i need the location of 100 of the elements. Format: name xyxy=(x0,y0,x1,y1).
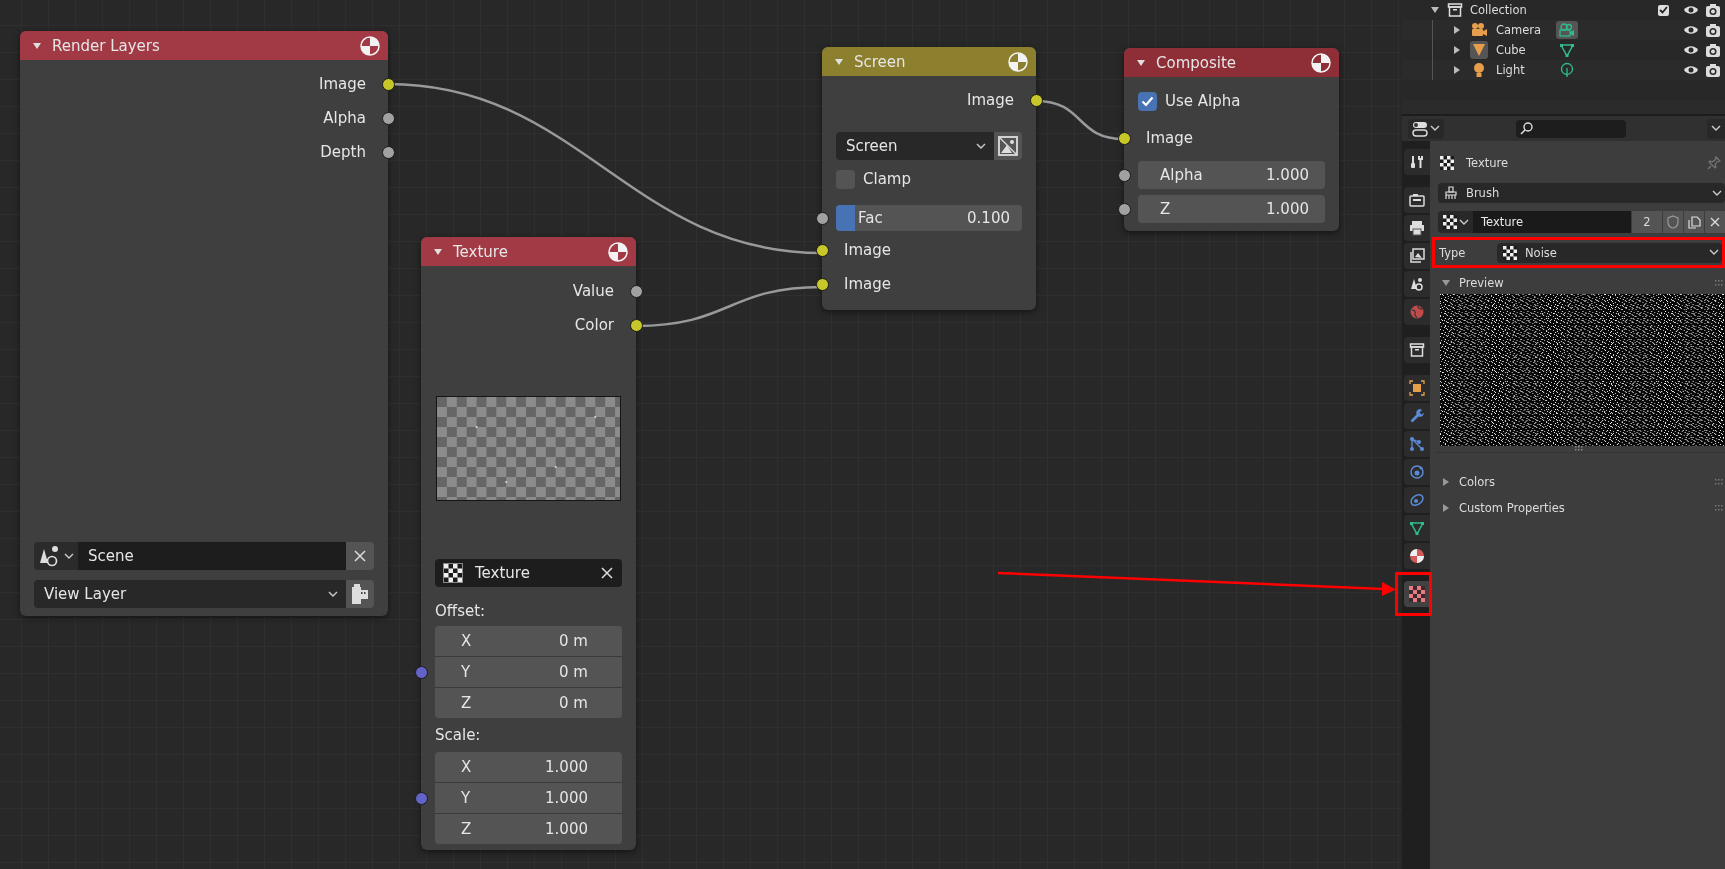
properties-tab[interactable] xyxy=(1404,581,1430,607)
drag-handle-icon xyxy=(1575,446,1585,451)
name-field[interactable]: Texture xyxy=(1473,211,1631,233)
camera-icon[interactable] xyxy=(1705,22,1721,38)
triangle-icon xyxy=(1409,520,1425,536)
properties-tab[interactable] xyxy=(1404,149,1430,175)
socket[interactable] xyxy=(629,318,643,332)
type-dropdown[interactable]: Noise xyxy=(1497,242,1722,263)
expand-arrow-icon[interactable] xyxy=(1452,45,1462,55)
collapse-arrow-icon xyxy=(433,246,443,257)
socket[interactable] xyxy=(1117,131,1131,145)
triangle-icon xyxy=(1471,42,1487,58)
film-icon xyxy=(351,583,369,605)
node-header[interactable]: Composite xyxy=(1124,48,1339,77)
properties-tab[interactable] xyxy=(1404,187,1430,213)
checkbox[interactable]: Clamp xyxy=(836,164,911,194)
pin-icon xyxy=(1707,156,1721,170)
checkbox[interactable]: Use Alpha xyxy=(1138,86,1241,116)
number-field[interactable]: X 1.000 xyxy=(435,752,622,782)
chevron-icon xyxy=(1712,189,1722,197)
image-icon xyxy=(998,136,1018,156)
dropdown[interactable]: Screen xyxy=(836,132,994,160)
outliner-item[interactable]: Camera xyxy=(1496,23,1548,37)
duplicate-button[interactable] xyxy=(1684,211,1704,233)
texture-field[interactable]: Texture xyxy=(435,559,622,587)
properties-tab[interactable] xyxy=(1404,271,1430,297)
search-field[interactable] xyxy=(1516,119,1626,138)
socket[interactable] xyxy=(1029,93,1043,107)
movie-camera-icon xyxy=(1558,22,1576,38)
socket[interactable] xyxy=(1117,168,1131,182)
panel-header[interactable]: Preview xyxy=(1435,272,1725,294)
number-field[interactable]: Z 1.000 xyxy=(1138,195,1325,223)
icon-button[interactable] xyxy=(994,132,1022,160)
fake-user-button[interactable] xyxy=(1663,211,1683,233)
panel-header[interactable]: Colors xyxy=(1435,471,1725,493)
node-header[interactable]: Texture xyxy=(421,237,636,266)
brush-icon xyxy=(1444,186,1458,200)
socket[interactable] xyxy=(815,277,829,291)
close-button[interactable] xyxy=(346,542,374,570)
outliner-item[interactable]: Collection xyxy=(1470,3,1527,17)
socket[interactable] xyxy=(815,211,829,225)
properties-tab[interactable] xyxy=(1404,215,1430,241)
toggle-icon xyxy=(1412,120,1428,137)
camera-icon[interactable] xyxy=(1705,2,1721,18)
scene-field[interactable]: Scene xyxy=(78,542,346,570)
checkbox[interactable] xyxy=(1658,4,1669,16)
options-dropdown[interactable] xyxy=(1707,118,1725,139)
socket[interactable] xyxy=(381,145,395,159)
socket[interactable] xyxy=(381,77,395,91)
panel-header[interactable]: Custom Properties xyxy=(1435,497,1725,519)
socket[interactable] xyxy=(381,111,395,125)
camera-icon[interactable] xyxy=(1705,42,1721,58)
slider[interactable]: Fac 0.100 xyxy=(836,205,1022,231)
expand-arrow-icon[interactable] xyxy=(1452,65,1462,75)
socket[interactable] xyxy=(629,284,643,298)
box-icon xyxy=(1447,2,1463,18)
properties-tab[interactable] xyxy=(1404,243,1430,269)
section-label: Scale: xyxy=(434,725,482,746)
number-field[interactable]: Z 1.000 xyxy=(435,813,622,844)
properties-tab[interactable] xyxy=(1404,375,1430,401)
eye-icon[interactable] xyxy=(1683,4,1699,16)
editor-type-button[interactable] xyxy=(1408,118,1444,139)
number-field[interactable]: Alpha 1.000 xyxy=(1138,161,1325,189)
checker-icon xyxy=(1503,245,1517,260)
collapse-arrow-icon xyxy=(834,56,844,67)
expand-arrow-icon[interactable] xyxy=(1452,25,1462,35)
socket[interactable] xyxy=(815,243,829,257)
outliner-item[interactable]: Light xyxy=(1496,63,1548,77)
users-button[interactable]: 2 xyxy=(1632,211,1662,233)
tools-icon xyxy=(1409,154,1425,170)
quartered-circle-icon xyxy=(1008,51,1028,72)
dropdown[interactable]: View Layer xyxy=(34,580,346,608)
check-icon xyxy=(1141,95,1154,107)
chevron-icon xyxy=(63,552,74,560)
properties-tab[interactable] xyxy=(1404,337,1430,363)
collapse-arrow-icon[interactable] xyxy=(1430,5,1440,15)
socket-label: Image xyxy=(967,91,1014,109)
close-icon xyxy=(600,566,614,580)
number-field[interactable]: X 0 m xyxy=(435,626,622,656)
checker-icon xyxy=(1442,215,1457,229)
node-title: Screen xyxy=(854,52,907,71)
texture-browse-button[interactable] xyxy=(1438,211,1473,233)
scene-browse-button[interactable] xyxy=(34,542,78,570)
eye-icon[interactable] xyxy=(1683,44,1699,56)
camera-icon[interactable] xyxy=(1705,62,1721,78)
number-field[interactable]: Y 0 m xyxy=(435,656,622,687)
drag-handle-icon xyxy=(1715,505,1723,511)
number-field[interactable]: Z 0 m xyxy=(435,687,622,718)
brush-dropdown[interactable]: Brush xyxy=(1438,183,1725,203)
outliner-item[interactable]: Cube xyxy=(1496,43,1548,57)
socket[interactable] xyxy=(1117,202,1131,216)
node-header[interactable]: Render Layers xyxy=(20,31,388,60)
properties-tab[interactable] xyxy=(1404,515,1430,541)
number-field[interactable]: Y 1.000 xyxy=(435,782,622,813)
close-button[interactable] xyxy=(1705,211,1725,233)
eye-icon[interactable] xyxy=(1683,24,1699,36)
icon-button[interactable] xyxy=(346,580,374,608)
properties-tab[interactable] xyxy=(1404,543,1430,569)
chevron-icon xyxy=(1709,249,1719,256)
eye-icon[interactable] xyxy=(1683,64,1699,76)
